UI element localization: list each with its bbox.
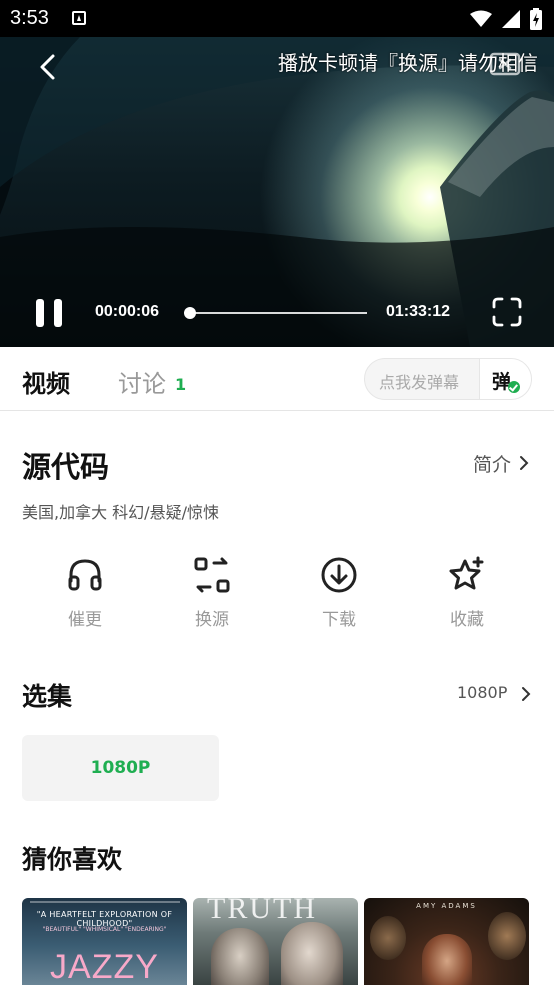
status-bar: 3:53 — [0, 0, 554, 37]
recommend-title: 猜你喜欢 — [22, 845, 123, 874]
poster-art — [422, 934, 472, 985]
check-badge-icon — [508, 381, 520, 393]
favorite-label: 收藏 — [450, 610, 484, 630]
pause-button[interactable] — [36, 299, 62, 327]
poster-credits-line — [30, 901, 180, 903]
download-button[interactable]: 下载 — [294, 555, 384, 635]
recommend-list: "A HEARTFELT EXPLORATION OF CHILDHOOD" "… — [22, 898, 532, 985]
discuss-count-badge: 1 — [175, 375, 187, 394]
switch-source-icon — [194, 557, 230, 593]
download-icon — [321, 557, 357, 593]
poster-tags: "BEAUTIFUL" "WHIMSICAL" "ENDEARING" — [42, 926, 167, 933]
current-time: 00:00:06 — [95, 303, 160, 320]
poster-art — [211, 928, 269, 985]
danmu-toggle-button[interactable]: 弹 — [479, 359, 531, 399]
poster-title: AMY ADAMS — [416, 902, 477, 910]
recommend-poster[interactable]: AMY ADAMS — [364, 898, 529, 985]
progress-track[interactable] — [189, 312, 367, 314]
poster-title: JAZZY — [50, 948, 159, 985]
favorite-button[interactable]: 收藏 — [422, 555, 512, 635]
video-frame-art — [0, 37, 554, 347]
action-bar: 催更 换源 下载 收藏 — [22, 555, 532, 635]
poster-title: TRUTH — [207, 898, 317, 925]
notification-icon — [72, 11, 86, 25]
movie-title: 源代码 — [22, 450, 110, 484]
tab-discuss[interactable]: 讨论 — [118, 364, 166, 399]
poster-art — [488, 912, 526, 960]
content-tabs: 视频 讨论 1 点我发弹幕 弹 — [0, 347, 554, 411]
back-arrow-icon[interactable] — [34, 52, 64, 82]
chevron-right-icon[interactable] — [520, 686, 532, 702]
total-time: 01:33:12 — [386, 303, 451, 320]
request-update-label: 催更 — [68, 610, 102, 630]
download-label: 下载 — [322, 610, 356, 630]
chevron-right-icon[interactable] — [518, 455, 530, 471]
intro-link[interactable]: 简介 — [473, 450, 511, 477]
video-player[interactable]: 播放卡顿请『换源』请勿相信 00:00:06 01:33:12 — [0, 37, 554, 347]
request-update-button[interactable]: 催更 — [40, 555, 130, 635]
poster-art — [370, 916, 406, 960]
signal-icon — [502, 10, 520, 28]
danmu-input-box[interactable]: 点我发弹幕 弹 — [364, 358, 532, 400]
star-plus-icon — [449, 556, 484, 590]
episode-chip[interactable]: 1080P — [22, 735, 219, 801]
fullscreen-icon[interactable] — [492, 297, 522, 327]
switch-source-label: 换源 — [195, 610, 229, 630]
tab-video[interactable]: 视频 — [22, 364, 70, 399]
pause-icon-bar-right — [54, 299, 62, 327]
cast-screen-icon[interactable] — [489, 52, 521, 78]
movie-meta: 美国,加拿大 科幻/悬疑/惊悚 — [22, 503, 219, 522]
switch-source-button[interactable]: 换源 — [167, 555, 257, 635]
poster-art — [281, 922, 343, 985]
danmu-placeholder[interactable]: 点我发弹幕 — [379, 369, 459, 393]
status-time: 3:53 — [10, 7, 49, 29]
status-indicators — [470, 8, 542, 30]
wifi-icon — [470, 10, 492, 27]
recommend-poster[interactable]: TRUTH — [193, 898, 358, 985]
episodes-title: 选集 — [22, 682, 73, 711]
recommend-poster[interactable]: "A HEARTFELT EXPLORATION OF CHILDHOOD" "… — [22, 898, 187, 985]
battery-icon — [530, 8, 542, 30]
quality-selector[interactable]: 1080P — [457, 683, 507, 702]
headphones-icon — [68, 559, 102, 591]
progress-thumb[interactable] — [184, 307, 196, 319]
pause-icon-bar-left — [36, 299, 44, 327]
